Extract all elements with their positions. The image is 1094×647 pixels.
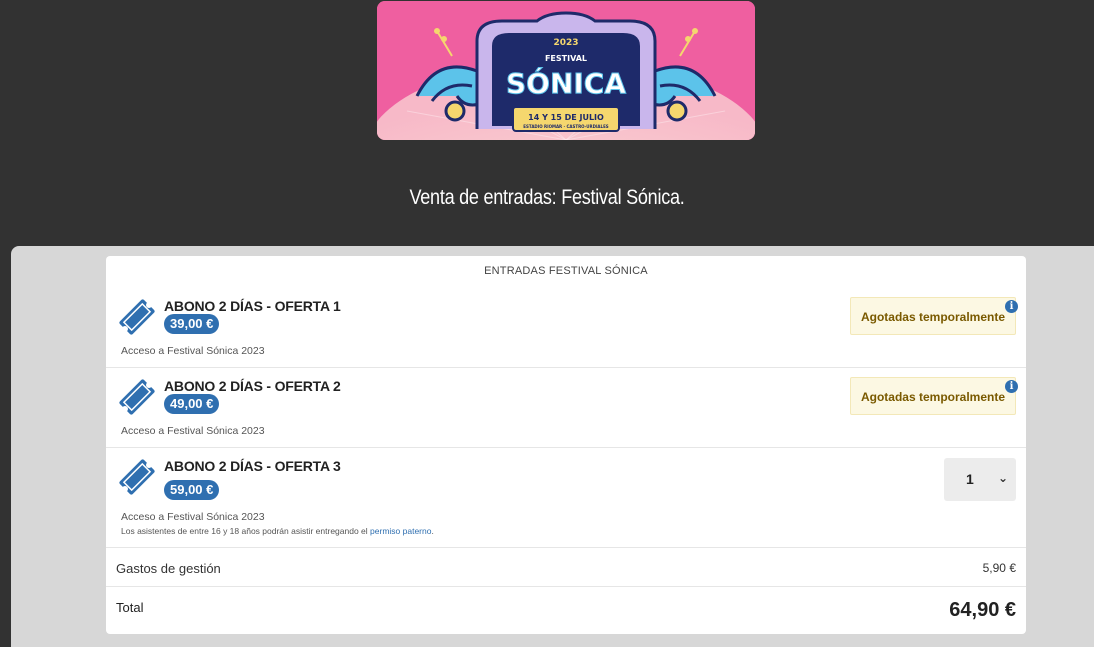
- banner-venue: ESTADIO RIOMAR · CASTRO-URDIALES: [523, 124, 609, 129]
- quantity-value: 1: [966, 471, 974, 487]
- parental-permission-link[interactable]: permiso paterno: [370, 526, 431, 536]
- fees-value: 5,90 €: [982, 561, 1016, 575]
- ticket-price: 39,00 €: [164, 314, 220, 334]
- banner-name: SÓNICA: [506, 66, 626, 100]
- total-label: Total: [116, 600, 144, 615]
- ticket-description: Acceso a Festival Sónica 2023: [121, 425, 265, 437]
- ticket-row: ABONO 2 DÍAS - OFERTA 3 59,00 € Acceso a…: [106, 448, 1026, 548]
- info-icon[interactable]: i: [1005, 300, 1018, 313]
- soldout-label: Agotadas temporalmente: [860, 390, 1006, 404]
- ticket-price: 49,00 €: [164, 394, 220, 414]
- fees-label: Gastos de gestión: [116, 561, 221, 576]
- ticket-note: Los asistentes de entre 16 y 18 años pod…: [121, 526, 434, 536]
- festival-banner: 2023 FESTIVAL SÓNICA 14 Y 15 DE JULIO ES…: [377, 1, 755, 140]
- ticket-row: ABONO 2 DÍAS - OFERTA 1 39,00 € Acceso a…: [106, 288, 1026, 368]
- ticket-row: ABONO 2 DÍAS - OFERTA 2 49,00 € Acceso a…: [106, 368, 1026, 448]
- fees-row: Gastos de gestión 5,90 €: [106, 548, 1026, 587]
- page-title: Venta de entradas: Festival Sónica.: [409, 186, 685, 209]
- ticket-price: 59,00 €: [164, 480, 220, 500]
- ticket-icon: [119, 299, 155, 335]
- total-value: 64,90 €: [949, 599, 1016, 621]
- info-icon[interactable]: i: [1005, 380, 1018, 393]
- ticket-name: ABONO 2 DÍAS - OFERTA 1: [164, 298, 341, 314]
- ticket-description: Acceso a Festival Sónica 2023: [121, 345, 265, 357]
- soldout-label: Agotadas temporalmente: [860, 310, 1006, 324]
- banner-year: 2023: [553, 38, 578, 48]
- soldout-badge[interactable]: Agotadas temporalmente i: [850, 297, 1018, 335]
- ticket-note-end: .: [431, 526, 434, 536]
- tickets-card: ENTRADAS FESTIVAL SÓNICA ABONO 2 DÍAS - …: [106, 256, 1026, 634]
- card-header: ENTRADAS FESTIVAL SÓNICA: [484, 265, 648, 277]
- quantity-select[interactable]: 1 ⌄: [944, 458, 1016, 501]
- ticket-description: Acceso a Festival Sónica 2023: [121, 511, 265, 523]
- banner-dates: 14 Y 15 DE JULIO: [528, 113, 604, 122]
- ticket-name: ABONO 2 DÍAS - OFERTA 3: [164, 458, 341, 474]
- soldout-badge[interactable]: Agotadas temporalmente i: [850, 377, 1018, 415]
- ticket-note-text: Los asistentes de entre 16 y 18 años pod…: [121, 526, 368, 536]
- chevron-down-icon: ⌄: [997, 471, 1008, 485]
- ticket-name: ABONO 2 DÍAS - OFERTA 2: [164, 378, 341, 394]
- banner-festival-word: FESTIVAL: [545, 54, 587, 63]
- ticket-icon: [119, 379, 155, 415]
- ticket-icon: [119, 459, 155, 495]
- festival-logo: 2023 FESTIVAL SÓNICA 14 Y 15 DE JULIO ES…: [377, 1, 755, 140]
